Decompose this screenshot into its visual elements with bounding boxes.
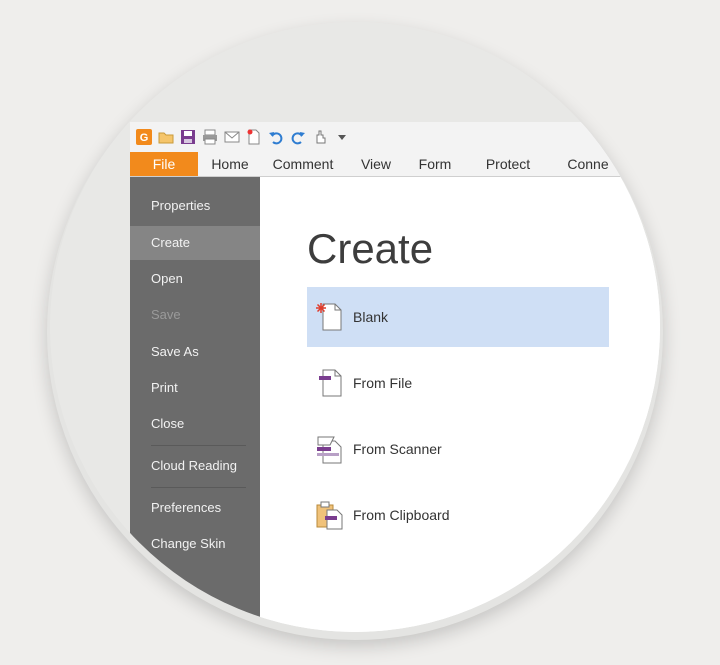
sidebar-item-print[interactable]: Print	[130, 371, 260, 405]
option-label: From Clipboard	[353, 507, 450, 523]
tab-view[interactable]: View	[354, 152, 398, 176]
sidebar-item-open[interactable]: Open	[130, 262, 260, 296]
app-logo-icon[interactable]: G	[136, 129, 152, 145]
tab-file[interactable]: File	[130, 152, 198, 176]
sidebar-item-cloud-reading[interactable]: Cloud Reading	[130, 449, 260, 483]
sidebar-item-close[interactable]: Close	[130, 407, 260, 441]
tab-protect[interactable]: Protect	[476, 152, 540, 176]
new-document-icon[interactable]	[246, 129, 262, 145]
tab-home[interactable]: Home	[202, 152, 258, 176]
magnifier-lens: G File Home Comment View Form Protect Co…	[50, 22, 660, 632]
sidebar-item-save: Save	[151, 307, 181, 322]
sidebar-divider	[151, 445, 246, 446]
print-icon[interactable]	[202, 129, 218, 145]
tab-comment[interactable]: Comment	[268, 152, 338, 176]
clipboard-icon	[315, 499, 347, 531]
ribbon-tabs: File Home Comment View Form Protect Conn…	[130, 152, 660, 177]
undo-icon[interactable]	[268, 129, 284, 145]
customize-dropdown-icon[interactable]	[334, 129, 350, 145]
create-panel: Create Blank From File From Scanner From…	[260, 177, 660, 632]
scanner-icon	[315, 433, 347, 465]
tab-connect[interactable]: Conne	[558, 152, 618, 176]
sidebar-item-save-as[interactable]: Save As	[130, 335, 260, 369]
create-blank-option[interactable]: Blank	[307, 287, 609, 347]
open-folder-icon[interactable]	[158, 129, 174, 145]
save-icon[interactable]	[180, 129, 196, 145]
file-menu-sidebar: Properties Create Open Save Save As Prin…	[130, 177, 260, 632]
sidebar-divider	[151, 487, 246, 488]
create-from-clipboard-option[interactable]: From Clipboard	[307, 485, 609, 545]
app-window: G File Home Comment View Form Protect Co…	[130, 122, 660, 632]
blank-document-icon	[315, 301, 347, 333]
option-label: Blank	[353, 309, 389, 325]
tab-form[interactable]: Form	[412, 152, 458, 176]
create-from-file-option[interactable]: From File	[307, 353, 609, 413]
app-logo-letter: G	[140, 132, 149, 144]
email-icon[interactable]	[224, 129, 240, 145]
option-label: From Scanner	[353, 441, 442, 457]
quick-access-toolbar: G	[130, 122, 660, 152]
page-title: Create	[307, 225, 434, 272]
sidebar-item-properties[interactable]: Properties	[130, 189, 260, 223]
option-label: From File	[353, 375, 413, 391]
sidebar-item-create[interactable]: Create	[130, 226, 260, 260]
redo-icon[interactable]	[290, 129, 306, 145]
create-from-scanner-option[interactable]: From Scanner	[307, 419, 609, 479]
from-file-icon	[315, 367, 347, 399]
sidebar-item-change-skin[interactable]: Change Skin	[130, 527, 260, 561]
sidebar-item-preferences[interactable]: Preferences	[130, 491, 260, 525]
hand-tool-icon[interactable]	[312, 129, 328, 145]
